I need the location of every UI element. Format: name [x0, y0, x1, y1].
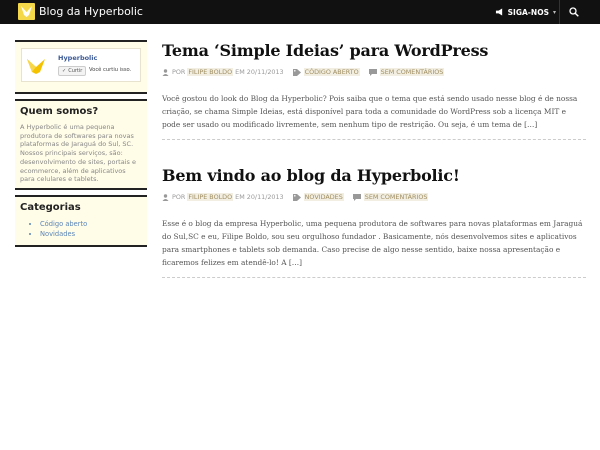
user-icon: [162, 68, 169, 76]
check-icon: ✓: [62, 68, 67, 74]
sidebar: Hyperbolic ✓ Curtir Você curtiu isso. Qu…: [15, 40, 147, 247]
post-by: POR: [172, 193, 186, 201]
search-icon[interactable]: [569, 7, 579, 17]
post-author[interactable]: FILIPE BOLDO: [187, 193, 234, 201]
facebook-page-card: Hyperbolic ✓ Curtir Você curtiu isso.: [21, 48, 141, 82]
like-status-text: Você curtiu isso.: [89, 67, 132, 73]
post-author[interactable]: FILIPE BOLDO: [187, 68, 234, 76]
post-divider: [162, 277, 586, 278]
hyperbolic-logo-icon[interactable]: [26, 57, 46, 75]
top-bar: Blog da Hyperbolic SIGA-NOS ▾: [0, 0, 600, 24]
post: Tema ‘Simple Ideias’ para WordPress POR …: [162, 40, 586, 148]
post-meta: POR FILIPE BOLDO EM 20/11/2013 CÓDIGO AB…: [162, 67, 586, 77]
facebook-page-name[interactable]: Hyperbolic: [58, 54, 97, 62]
post-excerpt: Você gostou do look do Blog da Hyperboli…: [162, 94, 578, 129]
categories-widget: Categorias Código aberto Novidades: [15, 195, 147, 247]
divider: [559, 0, 560, 24]
post-excerpt: Esse é o blog da empresa Hyperbolic, uma…: [162, 219, 583, 267]
megaphone-icon: [495, 8, 502, 16]
categories-title: Categorias: [20, 202, 81, 213]
like-button-label: Curtir: [68, 68, 83, 74]
tag-icon: [292, 193, 301, 201]
post-comments[interactable]: SEM COMENTÁRIOS: [363, 193, 429, 201]
post-category[interactable]: NOVIDADES: [303, 193, 344, 201]
post-date: 20/11/2013: [246, 193, 284, 201]
post-date: 20/11/2013: [246, 68, 284, 76]
category-item[interactable]: Código aberto: [40, 219, 142, 229]
user-icon: [162, 193, 169, 201]
post-title[interactable]: Tema ‘Simple Ideias’ para WordPress: [162, 40, 586, 62]
about-text: A Hyperbolic é uma pequena produtora de …: [20, 123, 136, 184]
post: Bem vindo ao blog da Hyperbolic! POR FIL…: [162, 165, 586, 278]
facebook-widget: Hyperbolic ✓ Curtir Você curtiu isso.: [15, 40, 147, 94]
post-divider: [162, 139, 586, 140]
post-title[interactable]: Bem vindo ao blog da Hyperbolic!: [162, 165, 586, 187]
post-by: POR: [172, 68, 186, 76]
post-meta: POR FILIPE BOLDO EM 20/11/2013 NOVIDADES…: [162, 192, 586, 202]
comment-icon: [352, 193, 361, 201]
categories-list: Código aberto Novidades: [20, 219, 142, 239]
chevron-down-icon: ▾: [552, 8, 556, 16]
post-date-prefix: EM: [235, 193, 245, 201]
logo-icon[interactable]: [18, 3, 35, 20]
post-comments[interactable]: SEM COMENTÁRIOS: [379, 68, 445, 76]
about-title: Quem somos?: [20, 106, 99, 117]
about-widget: Quem somos? A Hyperbolic é uma pequena p…: [15, 99, 147, 190]
category-item[interactable]: Novidades: [40, 229, 142, 239]
tag-icon: [292, 68, 301, 76]
post-date-prefix: EM: [235, 68, 245, 76]
comment-icon: [368, 68, 377, 76]
main-content: Tema ‘Simple Ideias’ para WordPress POR …: [162, 40, 586, 278]
follow-menu[interactable]: SIGA-NOS ▾: [495, 0, 556, 24]
site-title[interactable]: Blog da Hyperbolic: [39, 4, 143, 20]
follow-label: SIGA-NOS: [507, 7, 549, 17]
like-button[interactable]: ✓ Curtir: [58, 66, 87, 76]
post-category[interactable]: CÓDIGO ABERTO: [303, 68, 360, 76]
